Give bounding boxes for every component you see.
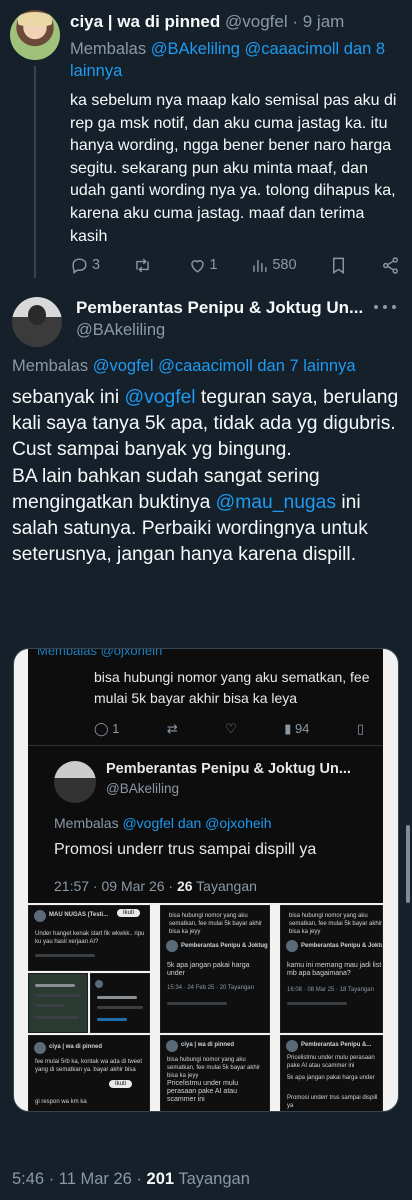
bookmark-icon: [333, 257, 345, 274]
handle[interactable]: @BAkeliling: [76, 321, 165, 340]
quoted-action-bar: ◯ 1 ⇄ ♡ ▮ 94 ▯: [94, 721, 364, 737]
share-icon: [383, 256, 398, 274]
display-name[interactable]: Pemberantas Penipu & Joktug Un...: [76, 298, 368, 318]
thumbnail: MAU NUGAS (Testi... Ikuti Under hanget k…: [28, 905, 150, 971]
tweet-header: ciya | wa di pinned @vogfel · 9 jam: [70, 12, 345, 31]
more-options-icon[interactable]: [374, 302, 396, 312]
tweet-image[interactable]: Membalas @ojxoheih bisa hubungi nomor ya…: [13, 648, 399, 1112]
share-button[interactable]: [381, 256, 400, 275]
thumbnail: Pemberantas Penipu &... Pricelistmu unde…: [280, 1035, 383, 1111]
tweet-timestamp: 5:46 · 11 Mar 26 · 201 Tayangan: [12, 1170, 250, 1188]
mention-link[interactable]: @vogfel: [125, 387, 196, 408]
thumbnail: ciya | wa di pinned fee mulai 5rb ka, ko…: [28, 1035, 150, 1111]
reply-button[interactable]: 3: [70, 256, 100, 275]
views-icon: ▮ 94: [284, 721, 310, 736]
screenshot-collage: MAU NUGAS (Testi... Ikuti Under hanget k…: [28, 905, 383, 1111]
views-icon: [253, 259, 267, 272]
scrollbar[interactable]: [406, 825, 410, 903]
replying-to: Membalas @BAkeliling @caaacimoll dan 8 l…: [70, 40, 386, 80]
thumbnail: [90, 973, 150, 1033]
bookmark-button[interactable]: [329, 256, 348, 275]
thumbnail: [28, 973, 88, 1033]
thread-line: [34, 66, 36, 278]
reply-icon: ◯ 1: [94, 721, 120, 736]
like-button[interactable]: 1: [188, 256, 218, 275]
heart-icon: ♡: [225, 721, 237, 736]
view-count[interactable]: 201: [147, 1170, 175, 1188]
avatar[interactable]: [10, 10, 60, 60]
retweet-icon: [136, 258, 149, 272]
reply-tweet[interactable]: ciya | wa di pinned @vogfel · 9 jam Memb…: [0, 0, 412, 285]
views-button[interactable]: 580: [250, 256, 297, 275]
mention-link[interactable]: @mau_nugas: [216, 492, 336, 513]
retweet-button[interactable]: [133, 256, 155, 275]
avatar: [54, 761, 96, 803]
display-name[interactable]: ciya | wa di pinned: [70, 12, 220, 31]
tweet-text: ka sebelum nya maap kalo semisal pas aku…: [70, 92, 397, 245]
timestamp[interactable]: 9 jam: [303, 12, 345, 31]
action-bar: 3 1 580: [70, 254, 400, 276]
replying-to-mentions[interactable]: @vogfel @caaacimoll dan 7 lainnya: [93, 357, 356, 375]
handle[interactable]: @vogfel: [225, 12, 288, 31]
thumbnail: ciya | wa di pinned bisa hubungi nomor y…: [160, 1035, 270, 1111]
avatar[interactable]: [12, 297, 62, 347]
reply-icon: [72, 257, 87, 274]
thumbnail: bisa hubungi nomor yang aku sematkan, fe…: [280, 905, 383, 1033]
thumbnail: bisa hubungi nomor yang aku sematkan, fe…: [160, 905, 270, 1033]
quoted-reply-text: bisa hubungi nomor yang aku sematkan, fe…: [94, 669, 370, 706]
heart-icon: [190, 259, 204, 273]
screenshot-main: Membalas @ojxoheih bisa hubungi nomor ya…: [28, 649, 383, 903]
bookmark-icon: ▯: [356, 721, 364, 736]
replying-to: Membalas @vogfel @caaacimoll dan 7 lainn…: [12, 357, 356, 375]
tweet-text: sebanyak ini @vogfel teguran saya, berul…: [12, 387, 399, 566]
retweet-icon: ⇄: [166, 721, 178, 736]
